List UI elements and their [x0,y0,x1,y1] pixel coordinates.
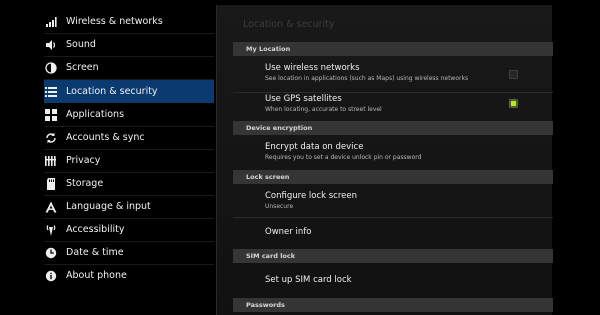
setting-encrypt-data[interactable]: Encrypt data on device Requires you to s… [265,142,535,162]
wireless-networks-checkbox[interactable] [509,70,518,79]
setting-subtitle: Requires you to set a device unlock pin … [265,154,422,161]
sidebar-item-label: Accessibility [66,224,125,235]
language-icon [44,200,58,214]
sidebar-item-accessibility[interactable]: Accessibility [44,218,214,241]
sidebar-item-label: About phone [66,270,127,281]
sync-icon [44,131,58,145]
sidebar-item-location-security[interactable]: Location & security [44,80,214,103]
section-header-lock-screen: Lock screen [233,170,553,184]
speaker-icon [44,38,58,52]
divider [233,217,553,218]
divider [233,92,553,93]
setting-subtitle: Unsecure [265,203,294,210]
applications-icon [44,108,58,122]
sidebar-item-label: Applications [66,109,125,120]
gps-satellites-checkbox[interactable] [509,99,518,108]
setting-owner-info[interactable]: Owner info [265,227,535,238]
sidebar-item-screen[interactable]: Screen [44,56,214,79]
setting-sim-card-lock[interactable]: Set up SIM card lock [265,275,535,286]
sidebar-item-label: Date & time [66,247,124,258]
section-header-my-location: My Location [233,42,553,56]
setting-subtitle: When locating, accurate to street level [265,106,382,113]
sidebar-item-label: Wireless & networks [66,16,163,27]
page-title: Location & security [243,19,335,30]
section-header-device-encryption: Device encryption [233,121,553,135]
sidebar-item-language-input[interactable]: Language & input [44,195,214,218]
settings-panel: Location & security My Location Use wire… [216,5,553,315]
setting-title: Encrypt data on device [265,142,364,152]
setting-subtitle: See location in applications (such as Ma… [265,75,469,82]
privacy-icon [44,154,58,168]
sidebar-item-accounts-sync[interactable]: Accounts & sync [44,126,214,149]
sidebar-item-label: Screen [66,62,99,73]
sidebar-item-applications[interactable]: Applications [44,103,214,126]
sidebar-item-label: Storage [66,178,104,189]
setting-title: Set up SIM card lock [265,275,352,285]
setting-title: Use wireless networks [265,63,360,73]
section-header-sim-card-lock: SIM card lock [233,249,553,263]
sidebar-item-wireless-networks[interactable]: Wireless & networks [44,10,214,33]
info-icon [44,269,58,283]
screen-icon [44,61,58,75]
setting-use-wireless-networks[interactable]: Use wireless networks See location in ap… [265,63,535,83]
accessibility-icon [44,223,58,237]
sidebar-item-label: Accounts & sync [66,132,145,143]
sidebar-item-label: Language & input [66,201,151,212]
sidebar-item-label: Sound [66,39,96,50]
sidebar-item-label: Privacy [66,155,101,166]
setting-title: Use GPS satellites [265,94,342,104]
wireless-icon [44,15,58,29]
setting-configure-lock-screen[interactable]: Configure lock screen Unsecure [265,191,535,211]
setting-title: Configure lock screen [265,191,358,201]
sidebar-item-sound[interactable]: Sound [44,33,214,56]
sidebar-item-label: Location & security [66,86,158,97]
storage-icon [44,177,58,191]
sidebar-item-about-phone[interactable]: About phone [44,264,214,287]
sidebar-item-storage[interactable]: Storage [44,172,214,195]
setting-title: Owner info [265,227,312,237]
sidebar-item-date-time[interactable]: Date & time [44,241,214,264]
section-header-passwords: Passwords [233,298,553,312]
settings-sidebar: Wireless & networks Sound Screen Locatio… [0,0,214,315]
clock-icon [44,246,58,260]
location-icon [44,85,58,99]
sidebar-item-privacy[interactable]: Privacy [44,149,214,172]
setting-use-gps-satellites[interactable]: Use GPS satellites When locating, accura… [265,94,535,114]
